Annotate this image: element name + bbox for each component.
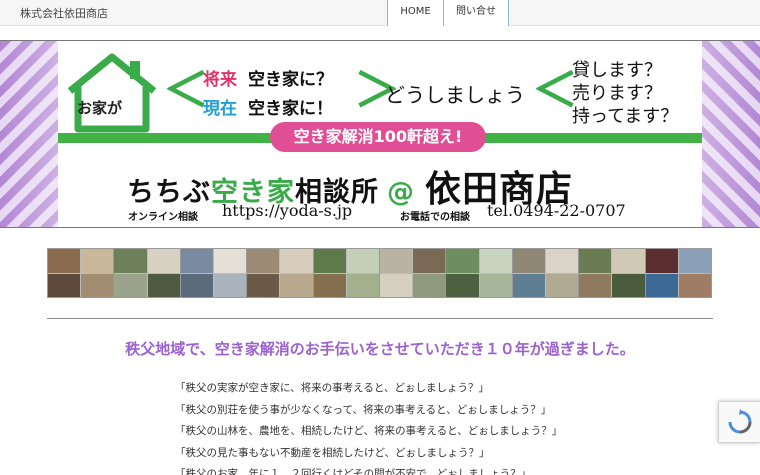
- photo-tile: [479, 273, 512, 297]
- photo-tile: [81, 249, 114, 273]
- photo-tile: [313, 273, 346, 297]
- middle-phrase: どうしましょう: [385, 83, 525, 107]
- photo-tile: [213, 249, 247, 273]
- concern-item: 「秩父の別荘を使う事が少なくなって、将来の事考えると、どぉしましょう？」: [175, 403, 552, 416]
- photo-tile: [280, 273, 313, 297]
- photo-tile: [48, 273, 81, 297]
- property-photo: [512, 249, 579, 297]
- photo-tile: [512, 249, 545, 273]
- concern-item: 「秩父のお家、年に１、２回行くけどその間が不安で、どぉしましょう？」: [175, 468, 532, 475]
- top-bar: 株式会社依田商店 HOME 問い合せ: [0, 0, 760, 26]
- photo-tile: [114, 273, 147, 297]
- photo-tile: [545, 249, 579, 273]
- recaptcha-icon: [728, 409, 751, 434]
- website-url: https://yoda-s.jp: [222, 201, 353, 220]
- photo-tile: [380, 249, 413, 273]
- photo-tile: [48, 249, 81, 273]
- option-keep: 持ってます？: [572, 106, 679, 127]
- property-photo: [645, 249, 711, 297]
- photo-tile: [579, 273, 612, 297]
- photo-tile: [81, 273, 114, 297]
- house-label: お家が: [77, 99, 123, 117]
- photo-tile: [579, 249, 612, 273]
- property-photo: [114, 249, 180, 297]
- concern-item: 「秩父の見た事もない不動産を相続したけど、どぉしましょう？」: [175, 446, 490, 459]
- photo-tile: [346, 273, 379, 297]
- photo-tile: [479, 249, 512, 273]
- main-nav: HOME 問い合せ: [387, 0, 509, 26]
- photo-tile: [180, 273, 213, 297]
- photo-tile: [147, 249, 180, 273]
- title-at: @: [387, 177, 415, 208]
- nav-home-link[interactable]: HOME: [387, 0, 443, 26]
- photo-tile: [612, 249, 645, 273]
- achievement-pill: 空き家解消100軒超え!: [270, 122, 486, 152]
- property-photo: [579, 249, 645, 297]
- now-tag: 現在: [203, 99, 237, 119]
- concern-item: 「秩父の実家が空き家に、将来の事考えると、どぉしましょう？」: [175, 382, 489, 394]
- property-photo: [247, 249, 313, 297]
- concern-item: 「秩父の山林を、農地を、相続したけど、将来の事考えると、どぉしましょう？」: [175, 425, 563, 437]
- photo-tile: [114, 249, 147, 273]
- future-tag: 将来: [203, 70, 237, 90]
- photo-tile: [247, 249, 280, 273]
- photo-tile: [247, 273, 280, 297]
- horizontal-rule: [47, 318, 713, 319]
- nav-contact-link[interactable]: 問い合せ: [443, 0, 509, 26]
- company-name: 株式会社依田商店: [20, 7, 108, 20]
- photo-strip: [47, 248, 712, 298]
- photo-tile: [512, 273, 545, 297]
- property-photo: [48, 249, 114, 297]
- left-arrow-pattern: [0, 41, 58, 227]
- photo-tile: [346, 249, 379, 273]
- photo-tile: [413, 249, 446, 273]
- photo-tile: [280, 249, 313, 273]
- property-photo: [380, 249, 446, 297]
- online-consult-label: オンライン相談: [128, 212, 198, 223]
- photo-tile: [678, 249, 711, 273]
- photo-tile: [612, 273, 645, 297]
- right-arrow-pattern: [702, 41, 760, 227]
- photo-tile: [380, 273, 413, 297]
- photo-tile: [413, 273, 446, 297]
- photo-tile: [645, 273, 678, 297]
- photo-tile: [180, 249, 213, 273]
- property-photo: [180, 249, 247, 297]
- photo-tile: [147, 273, 180, 297]
- hero-banner: お家が ＜ 将来 現在 空き家に？ 空き家に！ ＞ どうしましょう ＜ 貸します…: [0, 40, 760, 228]
- property-photo: [446, 249, 512, 297]
- recaptcha-badge[interactable]: [718, 401, 760, 443]
- title-prefix: ちちぶ: [127, 177, 211, 208]
- house-outline-icon: [67, 53, 157, 133]
- photo-tile: [645, 249, 678, 273]
- phone-consult-label: お電話での相談: [400, 212, 470, 223]
- photo-tile: [446, 273, 479, 297]
- section-headline: 秩父地域で、空き家解消のお手伝いをさせていただき１０年が過ぎました。: [125, 340, 635, 358]
- photo-tile: [446, 249, 479, 273]
- photo-tile: [313, 249, 346, 273]
- phone-number: tel.0494-22-0707: [487, 201, 626, 220]
- photo-tile: [545, 273, 579, 297]
- future-phrase: 空き家に？: [248, 70, 333, 90]
- property-photo: [313, 249, 379, 297]
- photo-tile: [678, 273, 711, 297]
- photo-tile: [213, 273, 247, 297]
- concern-list: 「秩父の実家が空き家に、将来の事考えると、どぉしましょう？」 「秩父の別荘を使う…: [175, 378, 562, 475]
- now-phrase: 空き家に！: [248, 99, 333, 119]
